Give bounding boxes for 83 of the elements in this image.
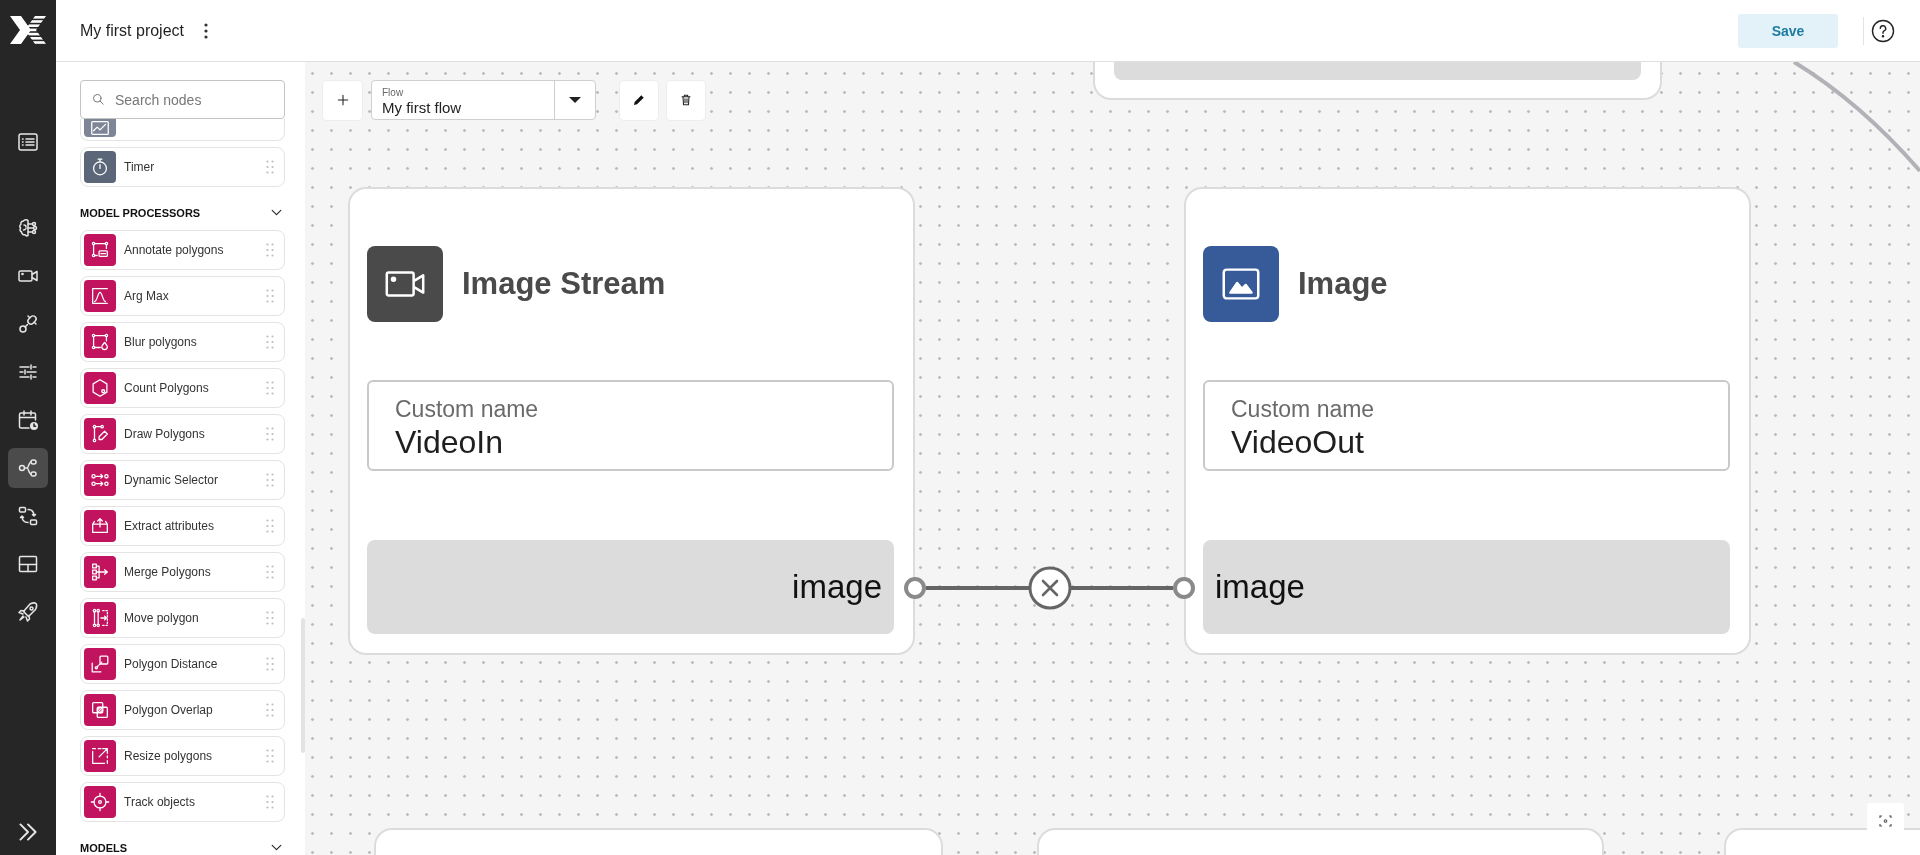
node-list-item[interactable]: Count Polygons <box>80 368 285 408</box>
node-list-item[interactable]: Dynamic Selector <box>80 460 285 500</box>
calendar-clock-icon <box>16 408 40 432</box>
drag-handle-icon[interactable] <box>266 289 274 303</box>
project-title: My first project <box>80 21 184 40</box>
node-label: Arg Max <box>124 289 170 303</box>
custom-name-field[interactable]: Custom name VideoOut <box>1203 380 1730 471</box>
node-list-item[interactable]: Track objects <box>80 782 285 822</box>
node-label: Polygon Overlap <box>124 703 214 717</box>
node-list-item[interactable]: Polygon Distance <box>80 644 285 684</box>
node-label: Merge Polygons <box>124 565 212 579</box>
node-label: Dynamic Selector <box>124 473 220 487</box>
drag-handle-icon[interactable] <box>266 427 274 441</box>
node-label: Blur polygons <box>124 335 198 349</box>
node-label: Extract attributes <box>124 519 216 533</box>
node-card[interactable]: Image Custom name VideoOut image <box>1184 187 1751 655</box>
drag-handle-icon[interactable] <box>266 381 274 395</box>
node-label: Timer <box>124 160 156 174</box>
output-port[interactable] <box>904 577 926 599</box>
node-title: Image <box>1298 266 1388 302</box>
node-list-item[interactable]: Merge Polygons <box>80 552 285 592</box>
drag-handle-icon[interactable] <box>266 335 274 349</box>
help-icon[interactable] <box>1871 18 1895 43</box>
logo-icon[interactable] <box>8 14 48 46</box>
node-label: Move polygon <box>124 611 200 625</box>
save-button[interactable]: Save <box>1738 13 1838 48</box>
node-label: Annotate polygons <box>124 243 225 257</box>
rocket-icon <box>16 600 40 624</box>
connection-curve[interactable] <box>1792 62 1920 173</box>
port-slot: image <box>1203 540 1730 634</box>
edit-button[interactable] <box>620 80 658 120</box>
section-title: MODELS <box>80 841 128 854</box>
drag-handle-icon[interactable] <box>266 795 274 809</box>
node-list-item[interactable] <box>80 119 285 141</box>
caret-icon <box>569 97 581 103</box>
kebab-menu-icon[interactable] <box>204 22 208 39</box>
node-label: Resize polygons <box>124 749 214 763</box>
node-card[interactable] <box>1093 62 1662 100</box>
node-card[interactable] <box>374 828 943 855</box>
port-slot: image <box>367 540 894 634</box>
drag-handle-icon[interactable] <box>266 703 274 717</box>
section-title: MODEL PROCESSORS <box>80 206 201 219</box>
plug-icon <box>16 312 40 336</box>
custom-name-field[interactable]: Custom name VideoIn <box>367 380 894 471</box>
drag-handle-icon[interactable] <box>266 160 274 174</box>
node-list-item[interactable]: Resize polygons <box>80 736 285 776</box>
node-title: Image Stream <box>462 266 666 302</box>
search-field[interactable]: Search nodes <box>80 80 285 119</box>
node-label: Draw Polygons <box>124 427 206 441</box>
delete-button[interactable] <box>667 80 705 120</box>
search-icon <box>91 92 106 107</box>
node-label: Polygon Distance <box>124 657 219 671</box>
node-card[interactable] <box>1724 828 1920 855</box>
pencil-icon <box>631 92 647 108</box>
flow-select[interactable]: Flow My first flow <box>371 80 596 120</box>
drag-handle-icon[interactable] <box>266 519 274 533</box>
list-icon <box>16 130 40 154</box>
drag-handle-icon[interactable] <box>266 611 274 625</box>
node-list-item[interactable]: Arg Max <box>80 276 285 316</box>
swap-icon <box>16 504 40 528</box>
drag-handle-icon[interactable] <box>266 473 274 487</box>
node-card[interactable]: Image Stream Custom name VideoIn image <box>348 187 915 655</box>
node-list-item[interactable]: Blur polygons <box>80 322 285 362</box>
node-card[interactable] <box>1037 828 1604 855</box>
node-list-item[interactable]: Extract attributes <box>80 506 285 546</box>
drag-handle-icon[interactable] <box>266 657 274 671</box>
add-button[interactable] <box>323 80 362 120</box>
drag-handle-icon[interactable] <box>266 565 274 579</box>
drag-handle-icon[interactable] <box>266 749 274 763</box>
node-label: Track objects <box>124 795 196 809</box>
node-list-item[interactable]: Move polygon <box>80 598 285 638</box>
drag-handle-icon[interactable] <box>266 243 274 257</box>
node-list-item[interactable]: Annotate polygons <box>80 230 285 270</box>
node-list-item[interactable]: Timer <box>80 147 285 187</box>
trash-icon <box>678 92 694 108</box>
close-icon[interactable] <box>1027 566 1072 610</box>
node-list-item[interactable]: Draw Polygons <box>80 414 285 454</box>
node-list-item[interactable]: Polygon Overlap <box>80 690 285 730</box>
brain-circuit-icon <box>16 216 40 240</box>
nav-button[interactable] <box>8 448 48 488</box>
node-label: Count Polygons <box>124 381 210 395</box>
node-graph-icon <box>16 456 40 480</box>
input-port[interactable] <box>1173 577 1195 599</box>
